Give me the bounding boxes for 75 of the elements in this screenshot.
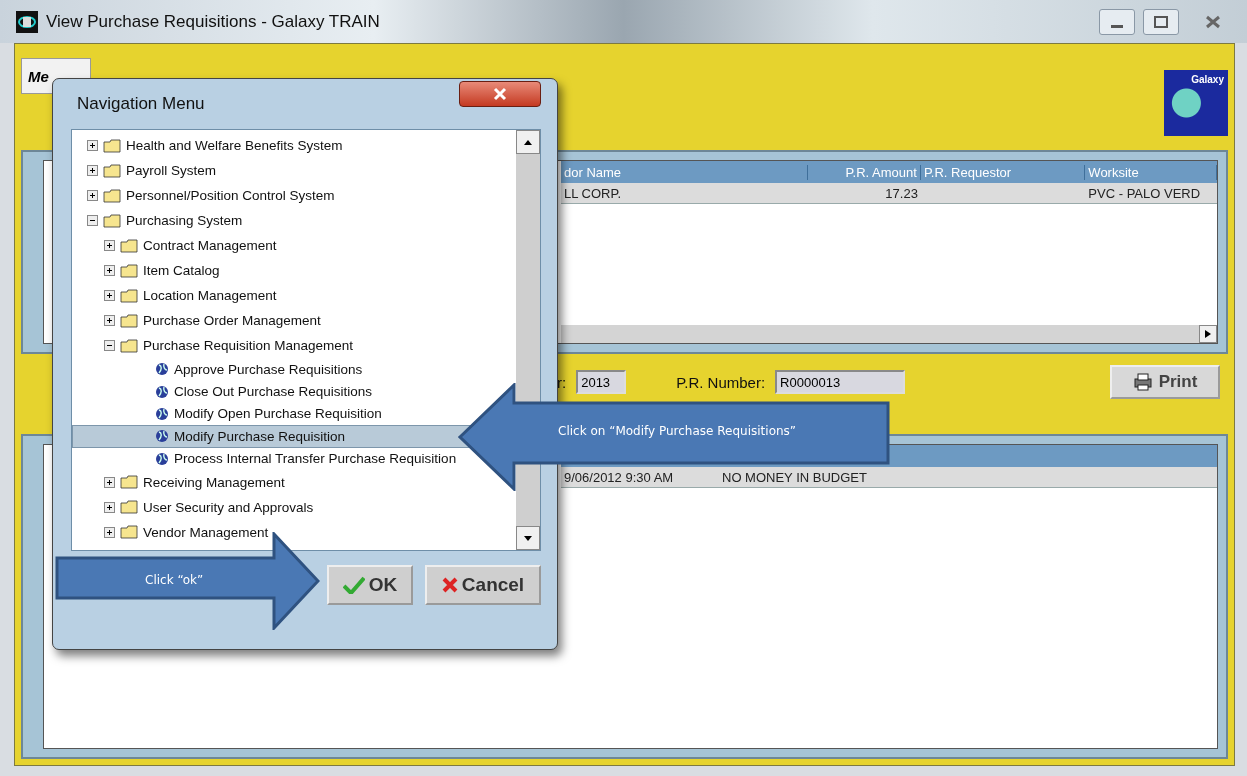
expand-icon[interactable] (87, 140, 98, 151)
tree-item[interactable]: Location Management (72, 283, 516, 308)
field-label: P.R. Number: (676, 373, 766, 391)
folder-icon (103, 213, 121, 228)
text-field[interactable]: R0000013 (775, 370, 906, 394)
ok-button[interactable]: OK (327, 565, 413, 605)
table-cell-text: NO MONEY IN BUDGET (721, 469, 868, 485)
scroll-down-icon[interactable] (516, 526, 540, 550)
collapse-icon[interactable] (104, 340, 115, 351)
expand-icon[interactable] (104, 476, 115, 488)
globe-icon (155, 451, 169, 466)
expand-icon[interactable] (104, 526, 115, 538)
galaxy-logo: Galaxy (1164, 70, 1228, 136)
tree-item[interactable]: Purchase Requisition Management (72, 333, 516, 358)
expand-icon[interactable] (87, 190, 98, 201)
table-cell-text: LL CORP. (563, 185, 623, 201)
expand-icon[interactable] (104, 265, 115, 276)
grid-row[interactable]: 9/06/2012 9:30 AM NO MONEY IN BUDGET (561, 467, 1217, 488)
scroll-right-icon[interactable] (1199, 325, 1217, 343)
folder-icon (120, 288, 138, 303)
close-button[interactable] (459, 81, 541, 107)
globe-icon (155, 384, 169, 399)
grid-row[interactable]: LL CORP. 17.23 PVC - PALO VERD (561, 183, 1217, 204)
folder-icon (120, 525, 138, 540)
globe-icon (155, 429, 169, 444)
expand-icon[interactable] (104, 315, 115, 326)
folder-icon (103, 138, 121, 153)
expand-icon[interactable] (104, 290, 115, 301)
folder-icon (120, 500, 138, 515)
tree-item[interactable]: User Security and Approvals (72, 494, 516, 520)
tree-item[interactable]: Vendor Management (72, 519, 516, 545)
expand-icon[interactable] (87, 165, 98, 176)
tree-item[interactable]: Purchase Order Management (72, 308, 516, 333)
maximize-button[interactable] (1143, 8, 1179, 35)
close-icon (493, 87, 507, 101)
minimize-button[interactable] (1099, 8, 1135, 35)
globe-icon (155, 406, 169, 421)
callout-tooltip-text: Click on “Modify Purchase Requisitions” (558, 424, 797, 438)
app-icon (16, 10, 38, 33)
dialog-title: Navigation Menu (76, 94, 205, 114)
window-title: View Purchase Requisitions - Galaxy TRAIN (46, 11, 381, 32)
globe-icon (155, 362, 169, 377)
horizontal-scrollbar[interactable] (561, 325, 1217, 343)
folder-icon (103, 188, 121, 203)
minimize-icon (1111, 25, 1123, 28)
table-cell-text: 9/06/2012 9:30 AM (563, 469, 675, 485)
folder-icon (120, 475, 138, 490)
tree-item[interactable]: Health and Welfare Benefits System (72, 133, 516, 158)
print-button[interactable]: Print (1110, 365, 1220, 399)
field-label: r: (557, 373, 567, 391)
tree-item[interactable]: Personnel/Position Control System (72, 183, 516, 208)
cross-icon (441, 577, 458, 593)
maximize-icon (1154, 15, 1168, 28)
tree-item[interactable]: Payroll System (72, 158, 516, 183)
table-cell-text: PVC - PALO VERD (1087, 185, 1202, 201)
close-icon (1205, 14, 1221, 29)
expand-icon[interactable] (104, 240, 115, 251)
callout-tooltip-text: Click “ok” (145, 573, 204, 587)
table-cell-text: 17.23 (884, 185, 919, 201)
scroll-up-icon[interactable] (516, 130, 540, 154)
folder-icon (103, 163, 121, 178)
folder-icon (120, 263, 138, 278)
cancel-button[interactable]: Cancel (425, 565, 541, 605)
text-field[interactable]: 2013 (576, 370, 627, 394)
collapse-icon[interactable] (87, 215, 98, 226)
folder-icon (120, 238, 138, 253)
tree-item[interactable]: Item Catalog (72, 258, 516, 283)
tree-item[interactable]: Approve Purchase Requisitions (72, 358, 516, 381)
printer-icon (1132, 373, 1153, 391)
folder-icon (120, 313, 138, 328)
expand-icon[interactable] (104, 501, 115, 513)
folder-icon (120, 338, 138, 353)
tree-item[interactable]: Contract Management (72, 233, 516, 258)
tree-item[interactable]: Purchasing System (72, 208, 516, 233)
check-icon (342, 576, 365, 594)
